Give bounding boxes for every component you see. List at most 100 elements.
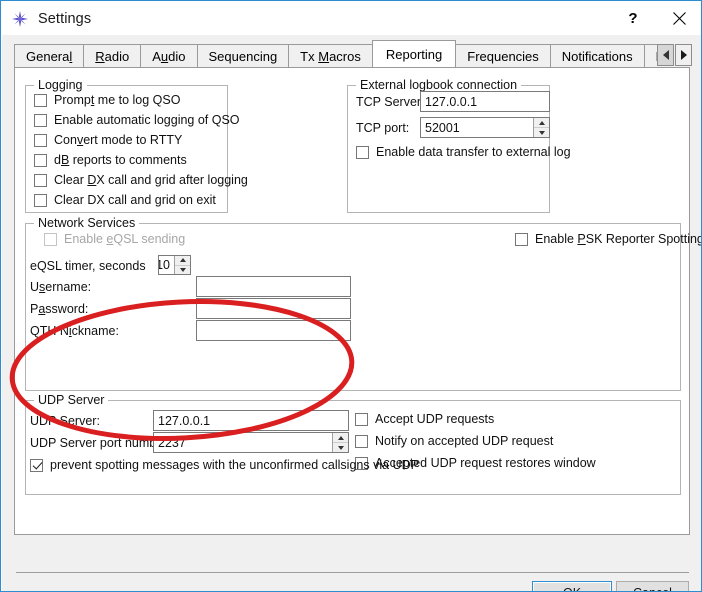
- checkbox-label: Accept UDP requests: [375, 412, 495, 426]
- checkbox-box: [355, 434, 368, 448]
- help-button[interactable]: ?: [610, 3, 656, 35]
- help-icon: ?: [628, 10, 638, 27]
- checkbox-db-reports-to-comments[interactable]: dB reports to comments: [34, 153, 187, 167]
- checkbox-label: Enable eQSL sending: [64, 232, 186, 246]
- checkbox-label: Notify on accepted UDP request: [375, 434, 554, 448]
- checkbox-enable-data-transfer[interactable]: Enable data transfer to external log: [356, 145, 571, 159]
- tab-scroll-buttons: [657, 44, 692, 66]
- udp-port-label: UDP Server port number:: [30, 436, 171, 450]
- udp-server-input[interactable]: 127.0.0.1: [153, 410, 349, 431]
- close-icon: [672, 12, 686, 25]
- tcp-server-input[interactable]: 127.0.0.1: [420, 91, 550, 112]
- tab-label: Frequencies: [467, 49, 539, 64]
- tab-label: Radio: [95, 49, 130, 64]
- tab-scroll-left-button[interactable]: [657, 44, 674, 66]
- checkbox-box: [34, 153, 47, 167]
- caret-down-icon: [179, 267, 186, 272]
- checkbox-clear-dx-on-exit[interactable]: Clear DX call and grid on exit: [34, 193, 216, 207]
- checkbox-box: [34, 173, 47, 187]
- stepper-up-button[interactable]: [333, 433, 348, 443]
- caret-up-icon: [538, 120, 545, 125]
- ok-button-label: OK: [563, 586, 581, 591]
- checkbox-label: Enable data transfer to external log: [376, 145, 571, 159]
- checkbox-clear-dx-after-logging[interactable]: Clear DX call and grid after logging: [34, 173, 248, 187]
- checkbox-label: Prompt me to log QSO: [54, 93, 181, 107]
- checkbox-label: dB reports to comments: [54, 153, 187, 167]
- checkbox-enable-psk-reporter-spotting[interactable]: Enable PSK Reporter Spotting: [515, 232, 702, 246]
- tab-audio[interactable]: Audio: [140, 44, 198, 67]
- tcp-port-label: TCP port:: [356, 121, 410, 135]
- stepper-down-button[interactable]: [534, 128, 549, 137]
- stepper-down-button[interactable]: [175, 266, 190, 275]
- tcp-server-value: 127.0.0.1: [425, 94, 478, 109]
- checkbox-label: prevent spotting messages with the uncon…: [50, 458, 419, 472]
- udp-port-stepper[interactable]: 2237: [153, 432, 349, 453]
- tcp-port-stepper[interactable]: 52001: [420, 117, 550, 138]
- caret-down-icon: [337, 445, 344, 450]
- reporting-tab-page: Logging Prompt me to log QSO Enable auto…: [14, 67, 701, 535]
- qth-nickname-label: QTH Nickname:: [30, 324, 119, 338]
- footer-separator: [16, 572, 689, 573]
- tab-frequencies[interactable]: Frequencies: [455, 44, 551, 67]
- chevron-left-icon: [662, 50, 669, 60]
- udp-port-arrows[interactable]: [332, 433, 348, 452]
- checkbox-prevent-spotting-unconfirmed[interactable]: prevent spotting messages with the uncon…: [30, 458, 419, 472]
- checkbox-enable-automatic-logging[interactable]: Enable automatic logging of QSO: [34, 113, 240, 127]
- tab-label: Reporting: [385, 46, 443, 62]
- checkbox-box: [34, 133, 47, 147]
- ok-button[interactable]: OK: [532, 581, 612, 591]
- stepper-down-button[interactable]: [333, 443, 348, 452]
- tab-radio[interactable]: Radio: [83, 44, 142, 67]
- logging-group-legend: Logging: [34, 78, 87, 92]
- tab-tx-macros[interactable]: Tx Macros: [288, 44, 373, 67]
- tab-label: General: [26, 49, 73, 64]
- tcp-port-arrows[interactable]: [533, 118, 549, 137]
- stepper-up-button[interactable]: [175, 256, 190, 266]
- tab-reporting[interactable]: Reporting: [371, 40, 457, 67]
- tab-general[interactable]: General: [14, 44, 85, 67]
- tab-scroll-right-button[interactable]: [675, 44, 692, 66]
- tab-label: Tx Macros: [300, 49, 361, 64]
- title-bar: Settings ?: [2, 2, 701, 35]
- password-input[interactable]: [196, 298, 351, 319]
- stepper-up-button[interactable]: [534, 118, 549, 128]
- tab-sequencing[interactable]: Sequencing: [196, 44, 290, 67]
- checkbox-box: [515, 232, 528, 246]
- tab-label: Sequencing: [208, 49, 278, 64]
- checkbox-label: Enable automatic logging of QSO: [54, 113, 240, 127]
- checkbox-label: Convert mode to RTTY: [54, 133, 183, 147]
- checkbox-box: [355, 412, 368, 426]
- window-title: Settings: [38, 10, 92, 27]
- cancel-button-label: Cancel: [633, 586, 672, 591]
- tab-clip: General Radio Audio Sequencing Tx Macros…: [14, 40, 658, 67]
- checkbox-accept-udp-requests[interactable]: Accept UDP requests: [355, 412, 494, 426]
- external-logbook-group-legend: External logbook connection: [356, 78, 522, 92]
- checkbox-enable-eqsl-sending[interactable]: Enable eQSL sending: [44, 232, 185, 246]
- checkbox-box: [34, 113, 47, 127]
- udp-server-label: UDP Server:: [30, 414, 100, 428]
- caret-up-icon: [337, 435, 344, 440]
- checkbox-notify-on-accepted-udp-request[interactable]: Notify on accepted UDP request: [355, 434, 553, 448]
- udp-port-value: 2237: [158, 435, 186, 450]
- qth-nickname-input[interactable]: [196, 320, 351, 341]
- checkbox-label: Clear DX call and grid on exit: [54, 193, 216, 207]
- eqsl-timer-label: eQSL timer, seconds: [30, 259, 146, 273]
- network-services-group-legend: Network Services: [34, 216, 140, 230]
- chevron-right-icon: [680, 50, 687, 60]
- tcp-server-label: TCP Server:: [356, 95, 425, 109]
- tab-label: Notifications: [561, 49, 633, 64]
- cancel-button[interactable]: Cancel: [616, 581, 689, 591]
- checkbox-convert-mode-to-rtty[interactable]: Convert mode to RTTY: [34, 133, 182, 147]
- checkbox-label: Enable PSK Reporter Spotting: [535, 232, 702, 246]
- eqsl-timer-stepper[interactable]: 10: [158, 255, 191, 275]
- close-button[interactable]: [656, 3, 701, 35]
- username-input[interactable]: [196, 276, 351, 297]
- eqsl-timer-arrows[interactable]: [174, 256, 190, 274]
- checkbox-box: [34, 193, 47, 207]
- checkbox-box: [44, 232, 57, 246]
- tab-notifications[interactable]: Notifications: [549, 44, 645, 67]
- tab-filters[interactable]: Filters: [643, 44, 658, 67]
- checkbox-prompt-me-to-log-qso[interactable]: Prompt me to log QSO: [34, 93, 180, 107]
- password-label: Password:: [30, 302, 89, 316]
- settings-window: Settings ? General Radio Audio Sequencin…: [0, 0, 702, 592]
